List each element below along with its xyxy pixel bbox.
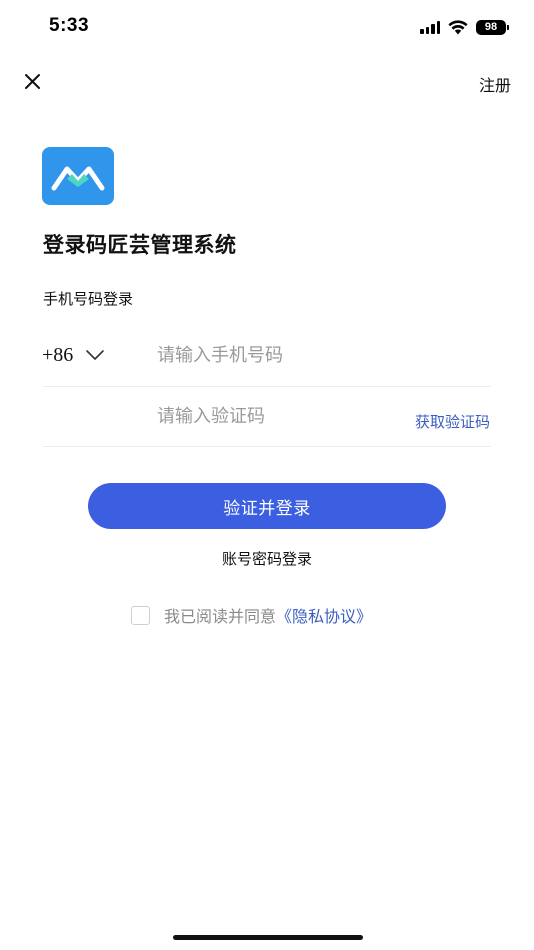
privacy-policy-link[interactable]: 《隐私协议》: [276, 603, 372, 627]
battery-level: 98: [484, 20, 498, 33]
register-link[interactable]: 注册: [479, 72, 511, 96]
verify-login-button[interactable]: 验证并登录: [88, 483, 446, 529]
wifi-icon: [448, 19, 468, 35]
home-indicator: [173, 935, 363, 940]
app-logo-icon: [51, 166, 105, 191]
battery-icon: 98: [476, 19, 509, 35]
login-screen: 5:33 98 注册 登录码匠芸管理系统 手机号码登录 +86 请输入手机号码 …: [0, 0, 534, 950]
verification-code-input[interactable]: [157, 401, 387, 431]
password-login-link[interactable]: 账号密码登录: [0, 548, 534, 569]
signal-icon: [420, 20, 440, 34]
agree-checkbox[interactable]: [131, 605, 150, 625]
agreement-text: 我已阅读并同意: [164, 607, 277, 626]
agreement-row: 我已阅读并同意 《隐私协议》: [131, 603, 372, 627]
status-time: 5:33: [49, 15, 90, 36]
get-code-button[interactable]: 获取验证码: [415, 411, 490, 432]
phone-divider: [43, 386, 491, 387]
code-divider: [43, 446, 491, 447]
close-button[interactable]: [20, 69, 46, 95]
status-bar-icons: 98: [420, 17, 509, 37]
phone-input[interactable]: [157, 340, 477, 370]
chevron-down-icon: [85, 349, 105, 361]
country-code-value: +86: [42, 343, 74, 366]
country-code-select[interactable]: +86: [42, 341, 105, 369]
app-logo: [42, 147, 114, 205]
page-title: 登录码匠芸管理系统: [43, 233, 237, 257]
close-icon: [25, 74, 40, 89]
login-mode-label: 手机号码登录: [43, 290, 134, 308]
